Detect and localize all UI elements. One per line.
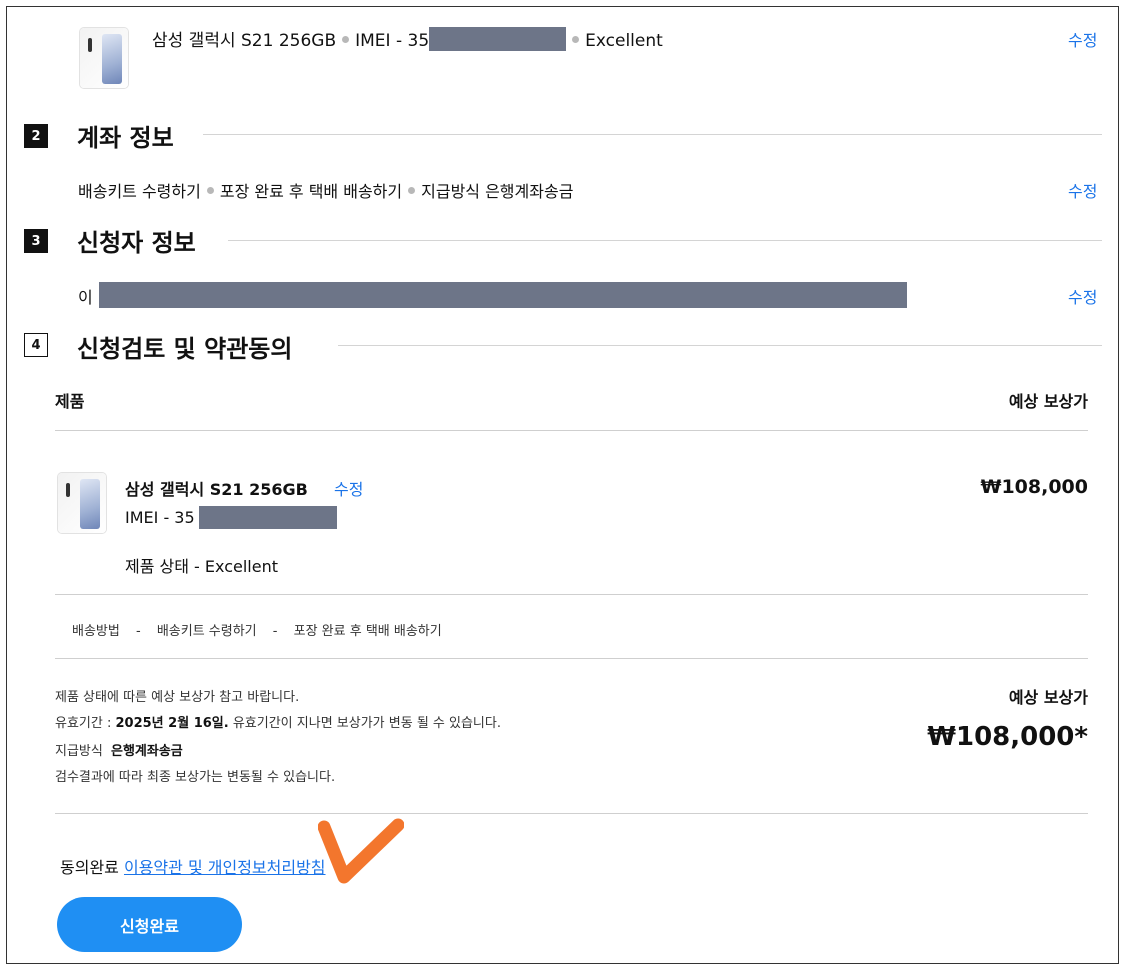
shipping-divider: [55, 658, 1088, 659]
shipping-separator: -: [135, 624, 141, 639]
shipping-kit: 배송키트 수령하기: [156, 624, 257, 639]
product-summary-line: 삼성 갤럭시 S21 256GB IMEI - 35 Excellent: [152, 26, 663, 53]
total-label: 예상 보상가: [1008, 688, 1088, 707]
section-3-number: 3: [24, 229, 48, 253]
item-phone-thumbnail: [58, 473, 106, 533]
note-final: 검수결과에 따라 최종 보상가는 변동될 수 있습니다.: [55, 770, 336, 785]
payment-row: 지급방식 은행계좌송금: [55, 740, 183, 759]
edit-account-link[interactable]: 수정: [1068, 178, 1097, 202]
condition-value: Excellent: [585, 31, 663, 51]
agreement-row: 동의완료 이용약관 및 개인정보처리방침: [60, 854, 326, 878]
section-4-title: 신청검토 및 약관동의: [77, 335, 293, 363]
phone-thumbnail: [80, 28, 128, 88]
applicant-prefix: 이: [78, 288, 93, 307]
item-divider: [55, 594, 1088, 595]
validity-note: 유효기간이 지나면 보상가가 변동 될 수 있습니다.: [232, 716, 501, 731]
summary-shipping: 포장 완료 후 택배 배송하기: [219, 182, 403, 201]
terms-link[interactable]: 이용약관 및 개인정보처리방침: [124, 858, 326, 877]
item-imei: IMEI - 35: [125, 508, 195, 527]
section-2-divider: [203, 134, 1102, 135]
validity-row: 유효기간 : 2025년 2월 16일. 유효기간이 지나면 보상가가 변동 될…: [55, 712, 501, 731]
imei-label: IMEI - 35: [355, 31, 430, 51]
column-expected-price: 예상 보상가: [1008, 392, 1088, 411]
payment-value: 은행계좌송금: [110, 744, 183, 759]
redacted-item-imei: [199, 506, 337, 529]
section-4-number: 4: [24, 333, 48, 357]
total-value: ₩108,000*: [927, 722, 1088, 752]
section-2-title: 계좌 정보: [77, 124, 174, 152]
notes-divider: [55, 813, 1088, 814]
edit-item-link[interactable]: 수정: [334, 476, 363, 500]
edit-applicant-link[interactable]: 수정: [1068, 284, 1097, 308]
item-price: ₩108,000: [980, 476, 1089, 498]
agreement-prefix: 동의완료: [60, 858, 119, 877]
shipping-separator-2: -: [272, 624, 278, 639]
section-3-title: 신청자 정보: [77, 229, 196, 257]
column-product: 제품: [55, 392, 85, 411]
summary-payment: 지급방식 은행계좌송금: [421, 182, 574, 201]
validity-date: 2025년 2월 16일.: [115, 716, 229, 731]
product-name: 삼성 갤럭시 S21 256GB: [152, 31, 337, 51]
redacted-applicant-info: [99, 282, 907, 308]
edit-product-link[interactable]: 수정: [1068, 27, 1097, 51]
section-4-divider: [338, 345, 1102, 346]
section-2-number: 2: [24, 124, 48, 148]
account-summary: 배송키트 수령하기 포장 완료 후 택배 배송하기 지급방식 은행계좌송금: [78, 178, 573, 202]
check-annotation-icon: [318, 818, 404, 884]
section-3-divider: [228, 240, 1102, 241]
shipping-label: 배송방법: [72, 624, 120, 639]
header-divider: [55, 430, 1088, 431]
validity-label: 유효기간 :: [55, 716, 112, 731]
submit-button[interactable]: 신청완료: [57, 897, 242, 952]
summary-kit: 배송키트 수령하기: [78, 182, 201, 201]
shipping-row: 배송방법 - 배송키트 수령하기 - 포장 완료 후 택배 배송하기: [72, 620, 442, 639]
shipping-method: 포장 완료 후 택배 배송하기: [293, 624, 442, 639]
payment-label: 지급방식: [55, 744, 103, 759]
note-condition: 제품 상태에 따른 예상 보상가 참고 바랍니다.: [55, 690, 300, 705]
item-condition: 제품 상태 - Excellent: [125, 557, 278, 576]
redacted-imei: [429, 27, 567, 51]
item-name: 삼성 갤럭시 S21 256GB: [125, 480, 308, 499]
